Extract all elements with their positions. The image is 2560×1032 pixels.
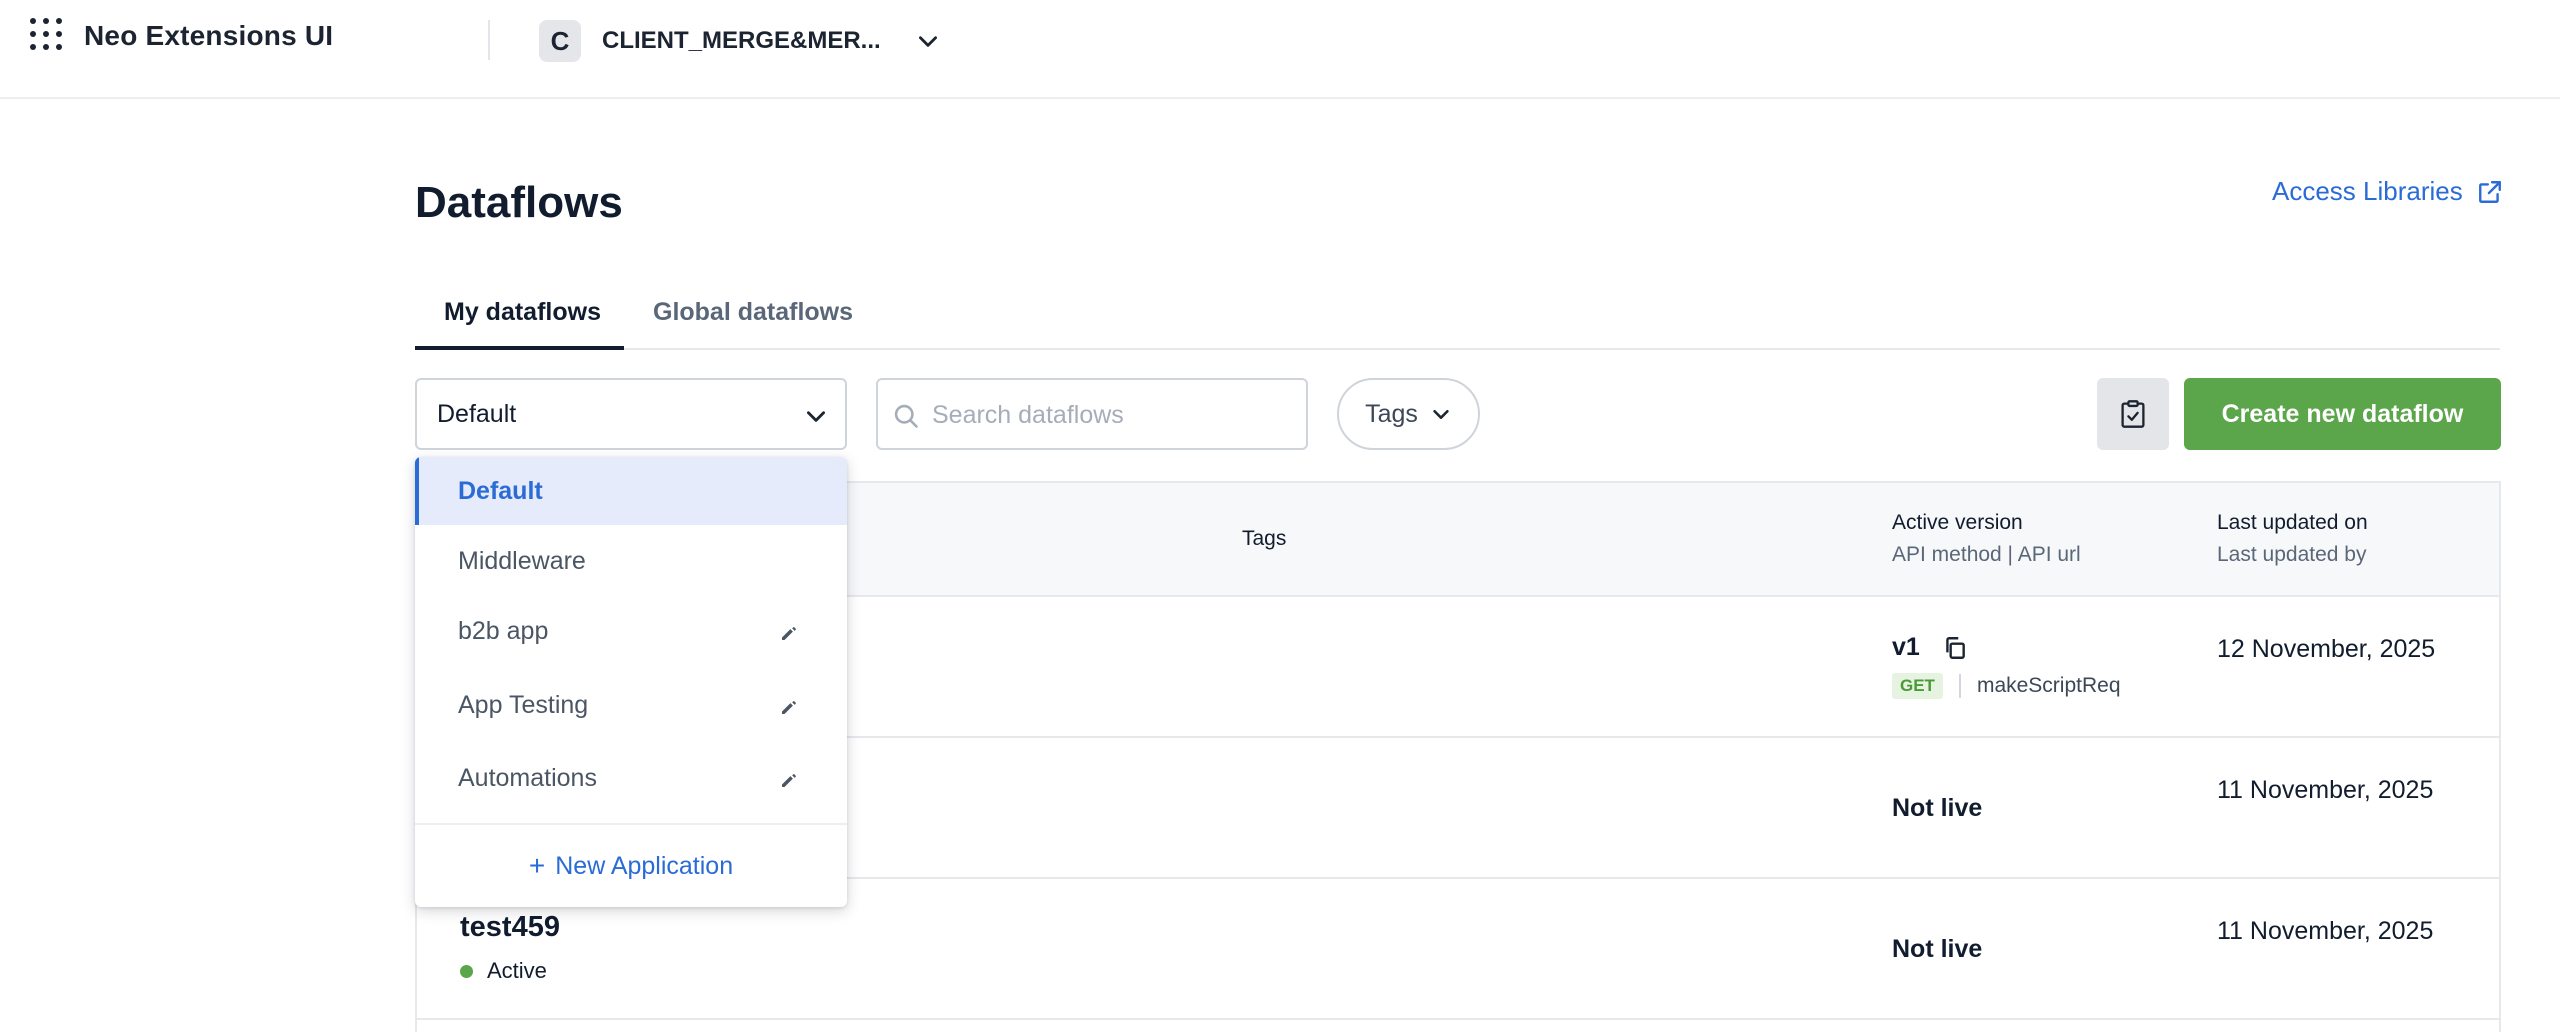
chevron-down-icon <box>807 411 825 422</box>
dropdown-item-app-testing[interactable]: App Testing <box>415 671 847 739</box>
dropdown-item-label: b2b app <box>458 617 549 645</box>
version-label: v1 <box>1892 633 1920 661</box>
dropdown-item-automations[interactable]: Automations <box>415 744 847 812</box>
column-subheader-updated-by: Last updated by <box>2217 543 2367 566</box>
status-indicator: Active <box>460 958 547 984</box>
updated-on: 12 November, 2025 <box>2217 635 2436 663</box>
copy-icon[interactable] <box>1942 635 1968 661</box>
column-header-last-updated: Last updated on <box>2217 511 2368 534</box>
dropdown-item-middleware[interactable]: Middleware <box>415 527 847 595</box>
clipboard-button[interactable] <box>2097 378 2169 450</box>
chevron-down-icon[interactable] <box>915 28 941 54</box>
search-box <box>876 378 1308 450</box>
method-badge: GET <box>1892 673 1943 699</box>
search-input[interactable] <box>932 394 1292 436</box>
tags-filter-button[interactable]: Tags <box>1337 378 1480 450</box>
column-header-tags: Tags <box>1242 527 1287 550</box>
divider <box>1958 674 1961 698</box>
live-status: Not live <box>1892 935 1983 963</box>
create-dataflow-button[interactable]: Create new dataflow <box>2184 378 2501 450</box>
updated-on: 11 November, 2025 <box>2217 776 2434 804</box>
dropdown-item-label: App Testing <box>458 691 589 719</box>
app-title: Neo Extensions UI <box>84 20 334 51</box>
column-subheader-api: API method | API url <box>1892 543 2081 566</box>
access-libraries-label: Access Libraries <box>2272 176 2463 206</box>
plus-icon: + <box>528 850 546 881</box>
external-link-icon <box>2478 180 2501 203</box>
chevron-down-icon <box>1433 409 1449 419</box>
new-application-label: New Application <box>555 851 734 880</box>
page-title: Dataflows <box>415 178 623 227</box>
apps-grid-icon[interactable] <box>30 18 64 52</box>
tags-filter-label: Tags <box>1365 399 1418 428</box>
dropdown-item-label: Default <box>458 477 543 505</box>
pencil-icon[interactable] <box>779 770 799 790</box>
status-dot <box>460 964 473 978</box>
dataflow-tabs: My dataflows Global dataflows <box>415 280 2500 350</box>
active-version: v1 <box>1892 633 1968 662</box>
dropdown-item-b2b-app[interactable]: b2b app <box>415 597 847 665</box>
api-url: makeScriptReq <box>1976 674 2121 697</box>
clipboard-check-icon <box>2121 400 2145 428</box>
dropdown-item-label: Middleware <box>458 547 586 575</box>
access-libraries-link[interactable]: Access Libraries <box>2272 176 2503 207</box>
client-avatar[interactable]: C <box>539 20 581 62</box>
search-icon <box>894 404 918 428</box>
application-select-value: Default <box>437 400 517 428</box>
dropdown-item-label: Automations <box>458 764 597 792</box>
tab-my-dataflows[interactable]: My dataflows <box>444 298 601 327</box>
tab-global-dataflows[interactable]: Global dataflows <box>653 298 853 327</box>
top-bar: Neo Extensions UI C CLIENT_MERGE&MER... <box>0 0 2560 99</box>
client-name[interactable]: CLIENT_MERGE&MER... <box>602 27 881 55</box>
dataflow-name[interactable]: test459 <box>460 911 560 944</box>
pencil-icon[interactable] <box>779 623 799 643</box>
column-header-active-version: Active version <box>1892 511 2023 534</box>
dropdown-divider <box>415 823 847 825</box>
updated-on: 11 November, 2025 <box>2217 917 2434 945</box>
dropdown-item-default[interactable]: Default <box>415 457 847 525</box>
pencil-icon[interactable] <box>779 697 799 717</box>
new-application-button[interactable]: + New Application <box>415 846 847 886</box>
api-info: GET makeScriptReq <box>1892 673 2121 699</box>
top-divider <box>488 20 490 60</box>
application-select[interactable]: Default <box>415 378 847 450</box>
live-status: Not live <box>1892 794 1983 822</box>
active-tab-indicator <box>415 346 624 350</box>
application-dropdown-menu: Default Middleware b2b app App Testing A… <box>415 457 847 907</box>
status-label: Active <box>487 958 547 983</box>
